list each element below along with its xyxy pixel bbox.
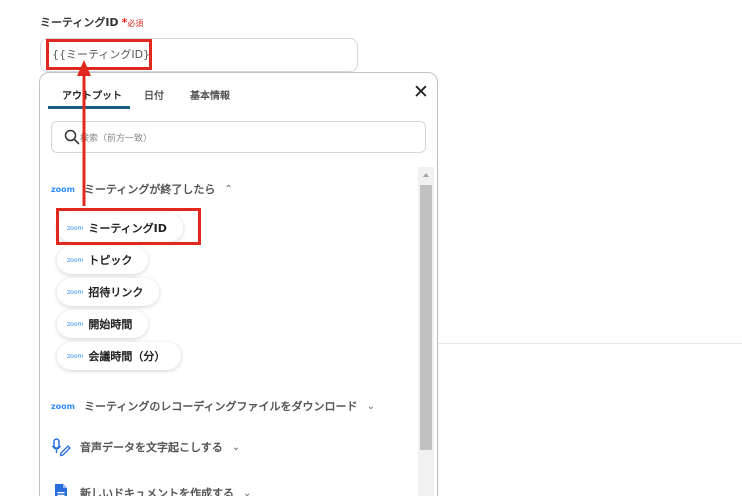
chevron-down-icon[interactable]: ⌄ <box>243 488 251 496</box>
search-icon <box>64 129 80 145</box>
field-label-text: ミーティングID <box>40 16 119 29</box>
field-label: ミーティングID *必須 <box>40 14 143 30</box>
zoom-logo: zoom <box>67 288 84 296</box>
item-label: 招待リンク <box>88 286 144 299</box>
search-input[interactable]: 検索（前方一致） <box>51 121 426 153</box>
close-icon[interactable]: ✕ <box>410 81 432 103</box>
section-meeting-ended[interactable]: zoom ミーティングが終了したら ⌃ <box>51 181 233 197</box>
zoom-logo: zoom <box>51 184 75 194</box>
chevron-down-icon[interactable]: ⌄ <box>232 442 240 453</box>
chevron-up-icon[interactable]: ⌃ <box>224 184 232 195</box>
search-placeholder: 検索（前方一致） <box>80 134 153 144</box>
required-text: 必須 <box>127 19 144 28</box>
document-icon <box>55 484 67 496</box>
item-label: 開始時間 <box>88 318 133 331</box>
list-item-invite-link[interactable]: zoom 招待リンク <box>57 278 160 306</box>
list-item-start-time[interactable]: zoom 開始時間 <box>57 310 149 338</box>
chevron-down-icon[interactable]: ⌄ <box>367 401 375 412</box>
section-new-document[interactable]: 新しいドキュメントを作成する ⌄ <box>51 483 251 496</box>
item-label: トピック <box>88 254 133 267</box>
section-recording-download[interactable]: zoom ミーティングのレコーディングファイルをダウンロード ⌄ <box>51 398 375 414</box>
tab-basic-info[interactable]: 基本情報 <box>190 87 230 102</box>
meeting-id-value-highlight[interactable]: {{ミーティングID}} <box>46 39 152 70</box>
section-label: 音声データを文字起こしする <box>80 441 223 454</box>
voice-transcription-icon <box>51 438 71 457</box>
zoom-logo: zoom <box>67 256 84 264</box>
section-label: ミーティングが終了したら <box>83 183 216 196</box>
zoom-logo: zoom <box>67 352 84 360</box>
scroll-up-arrow-icon[interactable] <box>423 173 429 177</box>
annotation-highlight-box <box>56 208 201 245</box>
section-label: ミーティングのレコーディングファイルをダウンロード <box>83 400 358 413</box>
background-divider <box>437 343 742 344</box>
tab-output[interactable]: アウトプット <box>62 87 122 102</box>
section-voice-transcription[interactable]: 音声データを文字起こしする ⌄ <box>51 437 240 457</box>
zoom-logo: zoom <box>67 320 84 328</box>
active-tab-indicator <box>48 106 130 109</box>
zoom-logo: zoom <box>51 401 75 411</box>
scroll-thumb[interactable] <box>420 185 432 450</box>
variable-picker-panel: アウトプット 日付 基本情報 ✕ 検索（前方一致） zoom ミーティングが終了… <box>39 72 438 496</box>
section-label: 新しいドキュメントを作成する <box>80 487 234 496</box>
list-item-topic[interactable]: zoom トピック <box>57 246 149 274</box>
scrollbar[interactable] <box>418 167 434 496</box>
tab-date[interactable]: 日付 <box>144 87 164 102</box>
meeting-id-value: {{ミーティングID}} <box>52 48 152 61</box>
list-item-duration[interactable]: zoom 会議時間（分） <box>57 342 182 370</box>
item-label: 会議時間（分） <box>88 350 166 363</box>
